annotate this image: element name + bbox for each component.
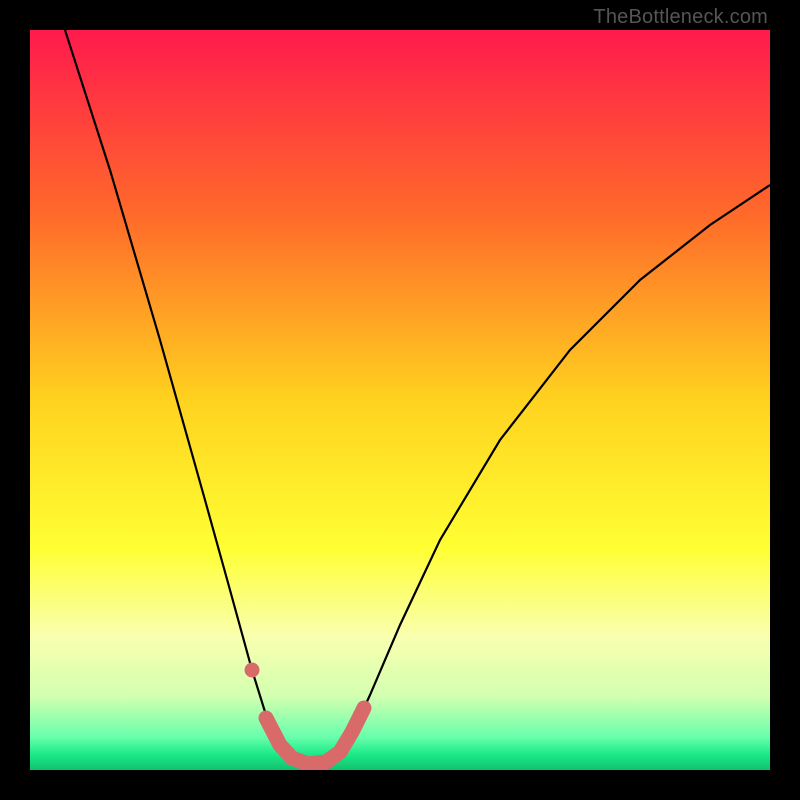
highlight-bottom xyxy=(266,708,364,764)
chart-curve-layer xyxy=(30,30,770,770)
chart-frame xyxy=(30,30,770,770)
bottleneck-curve xyxy=(65,30,770,764)
watermark-text: TheBottleneck.com xyxy=(593,6,768,29)
